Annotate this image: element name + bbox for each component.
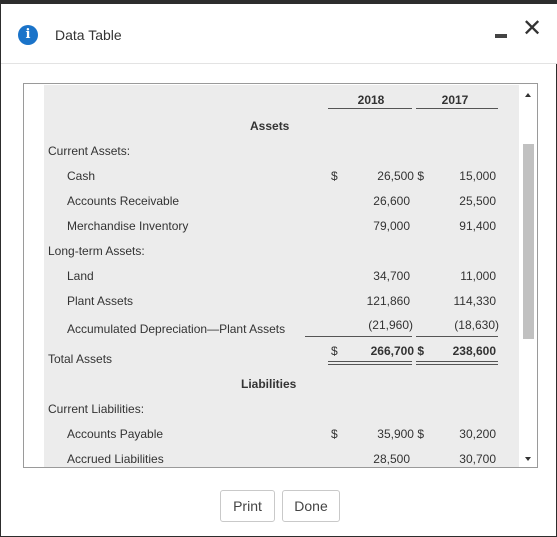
total-double-underline-2018-b [328,364,412,365]
plant-assets-2018-value: 121,860 [366,294,410,308]
close-button[interactable]: ✕ [522,16,542,40]
accrued-liabilities-2017-value: 30,700 [459,452,496,466]
cash-dollar-sign: $ [331,169,338,183]
accounts-payable-dollar-sign: $ [331,427,338,441]
data-table-dialog: i Data Table ✕ 2018 2017 Assets Current … [0,0,557,537]
accrued-liabilities-2018-value: 28,500 [373,452,410,466]
vertical-scrollbar[interactable] [520,84,537,467]
land-2018-value: 34,700 [373,269,410,283]
ar-label: Accounts Receivable [67,194,180,208]
total-assets-2018-value: 266,700 $ [370,344,424,358]
scroll-down-arrow-icon[interactable] [525,457,531,461]
cash-2017-value: 15,000 [459,169,496,183]
scroll-up-arrow-icon[interactable] [525,93,531,97]
subtotal-underline-2018 [305,336,412,337]
header-underline-2018 [328,108,412,109]
land-label: Land [67,269,94,283]
accumulated-depreciation-2018-value: (21,960) [368,318,413,332]
accounts-payable-label: Accounts Payable [67,427,164,441]
plant-assets-2017-value: 114,330 [453,294,497,308]
current-assets-label: Current Assets: [48,144,131,158]
print-button[interactable]: Print [220,490,275,522]
inventory-2017-value: 91,400 [459,219,496,233]
total-assets-dollar-sign: $ [331,344,338,358]
total-double-underline-2017-a [416,361,498,362]
current-liabilities-label: Current Liabilities: [48,402,145,416]
minimize-button[interactable] [495,34,507,38]
total-assets-label: Total Assets [48,352,113,366]
subtotal-underline-2017 [416,336,498,337]
year-header-2017: 2017 [441,93,469,107]
data-table-panel: 2018 2017 Assets Current Assets: Cash $ … [23,83,538,468]
header-underline-2017 [416,108,498,109]
total-double-underline-2017-b [416,364,498,365]
info-icon: i [18,25,38,45]
total-assets-2017-value: 238,600 [452,344,496,358]
total-double-underline-2018-a [328,361,412,362]
done-button[interactable]: Done [282,490,340,522]
assets-heading: Assets [250,119,290,133]
ar-2017-value: 25,500 [459,194,496,208]
liabilities-heading: Liabilities [241,377,297,391]
accounts-payable-2018-value: 35,900 $ [377,427,424,441]
year-header-2018: 2018 [357,93,385,107]
plant-assets-label: Plant Assets [67,294,134,308]
dialog-header: i Data Table ✕ [1,4,557,64]
scrollbar-thumb[interactable] [523,144,534,339]
accumulated-depreciation-label: Accumulated Depreciation—Plant Assets [67,322,286,336]
ar-2018-value: 26,600 [373,194,410,208]
long-term-assets-label: Long-term Assets: [48,244,145,258]
land-2017-value: 11,000 [460,269,496,283]
accounts-payable-2017-value: 30,200 [459,427,496,441]
accumulated-depreciation-2017-value: (18,630) [454,318,499,332]
dialog-title: Data Table [55,27,122,43]
cash-label: Cash [67,169,96,183]
inventory-label: Merchandise Inventory [67,219,189,233]
cash-2018-value: 26,500 $ [377,169,424,183]
accrued-liabilities-label: Accrued Liabilities [67,452,164,466]
inventory-2018-value: 79,000 [373,219,410,233]
